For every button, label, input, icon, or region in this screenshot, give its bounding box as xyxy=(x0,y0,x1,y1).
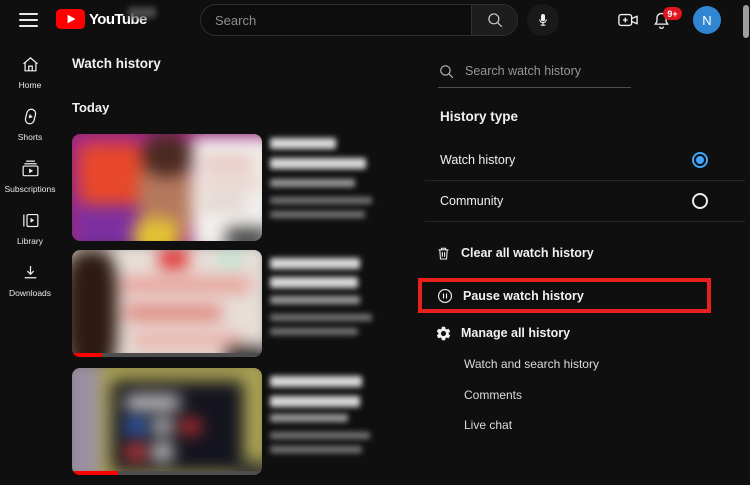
option-label: Community xyxy=(440,194,504,208)
sub-item-live-chat[interactable]: Live chat xyxy=(464,413,512,437)
sidebar: Home Shorts Subscriptions Library Downlo… xyxy=(0,40,60,485)
blurred-video-description xyxy=(270,314,372,321)
sidebar-item-label: Subscriptions xyxy=(4,184,56,194)
sub-item-comments[interactable]: Comments xyxy=(464,383,522,407)
progress-track xyxy=(72,471,262,475)
sidebar-item-library[interactable]: Library xyxy=(0,210,60,262)
blurred-video-description xyxy=(270,211,365,218)
option-watch-history[interactable]: Watch history xyxy=(425,140,745,181)
blurred-video-meta xyxy=(270,414,348,422)
sidebar-item-label: Downloads xyxy=(8,288,52,298)
mic-icon xyxy=(535,12,551,28)
video-row[interactable] xyxy=(72,134,417,244)
blurred-video-title xyxy=(270,258,360,269)
video-thumbnail[interactable] xyxy=(72,134,262,241)
sidebar-item-label: Home xyxy=(18,80,42,90)
trash-icon xyxy=(435,245,452,262)
blurred-video-description xyxy=(270,432,370,439)
history-settings-panel: History type Watch history Community Cle… xyxy=(418,40,750,485)
history-type-title: History type xyxy=(440,109,519,124)
search-button[interactable] xyxy=(471,5,517,35)
manage-all-history-button[interactable]: Manage all history xyxy=(425,316,570,350)
sidebar-item-home[interactable]: Home xyxy=(0,54,60,106)
search-icon xyxy=(438,63,455,80)
action-label: Manage all history xyxy=(461,326,571,340)
option-community[interactable]: Community xyxy=(425,181,745,222)
scrollbar-thumb[interactable] xyxy=(743,5,749,38)
radio-on-icon[interactable] xyxy=(692,152,708,168)
blurred-video-title xyxy=(270,277,358,288)
blurred-thumbnail-art xyxy=(72,368,262,475)
video-thumbnail[interactable] xyxy=(72,250,262,357)
sidebar-item-label: Library xyxy=(17,236,43,246)
sidebar-item-label: Shorts xyxy=(17,132,43,142)
option-label: Watch history xyxy=(440,153,516,167)
progress-bar xyxy=(72,471,118,475)
pause-watch-history-button[interactable]: Pause watch history xyxy=(418,278,711,313)
sub-item-watch-and-search-history[interactable]: Watch and search history xyxy=(464,352,599,376)
blurred-video-meta xyxy=(270,179,355,187)
avatar[interactable]: N xyxy=(693,6,721,34)
blurred-video-meta xyxy=(270,296,360,304)
search-icon xyxy=(486,11,504,29)
progress-track xyxy=(72,353,262,357)
sidebar-item-downloads[interactable]: Downloads xyxy=(0,262,60,314)
blurred-video-description xyxy=(270,197,372,204)
youtube-logo-icon xyxy=(56,9,85,29)
blurred-video-title xyxy=(270,158,366,169)
blurred-video-title xyxy=(270,138,336,149)
create-icon xyxy=(617,10,639,30)
blurred-video-title xyxy=(270,396,360,407)
shorts-icon xyxy=(20,106,41,127)
clear-all-watch-history-button[interactable]: Clear all watch history xyxy=(425,236,594,270)
blurred-thumbnail-art xyxy=(72,134,262,241)
video-thumbnail[interactable] xyxy=(72,368,262,475)
search-input[interactable] xyxy=(201,5,471,35)
blurred-video-description xyxy=(270,446,362,453)
library-icon xyxy=(20,210,41,231)
radio-off-icon[interactable] xyxy=(692,193,708,209)
blurred-country-code xyxy=(128,7,156,18)
action-label: Clear all watch history xyxy=(461,246,594,260)
video-row[interactable] xyxy=(72,250,417,360)
home-icon xyxy=(20,54,41,75)
voice-search-button[interactable] xyxy=(527,4,559,36)
sidebar-item-shorts[interactable]: Shorts xyxy=(0,106,60,158)
action-label: Pause watch history xyxy=(463,288,584,303)
top-bar: YouTube 9+ N xyxy=(0,0,750,40)
section-label-today: Today xyxy=(72,100,110,115)
page-title: Watch history xyxy=(72,56,161,71)
blurred-thumbnail-art xyxy=(72,250,262,357)
pause-icon xyxy=(436,287,454,305)
menu-icon[interactable] xyxy=(19,11,38,29)
watch-history-search-input[interactable] xyxy=(465,64,631,78)
blurred-video-title xyxy=(270,376,362,387)
avatar-initial: N xyxy=(702,12,712,28)
downloads-icon xyxy=(20,262,41,283)
notification-count-badge: 9+ xyxy=(663,7,682,20)
watch-history-search[interactable] xyxy=(438,55,631,88)
sidebar-item-subscriptions[interactable]: Subscriptions xyxy=(0,158,60,210)
create-button[interactable] xyxy=(617,10,639,30)
video-row[interactable] xyxy=(72,368,417,478)
progress-bar xyxy=(72,353,103,357)
gear-icon xyxy=(435,325,452,342)
subscriptions-icon xyxy=(20,158,41,179)
search-bar xyxy=(200,4,518,36)
blurred-video-description xyxy=(270,328,358,335)
